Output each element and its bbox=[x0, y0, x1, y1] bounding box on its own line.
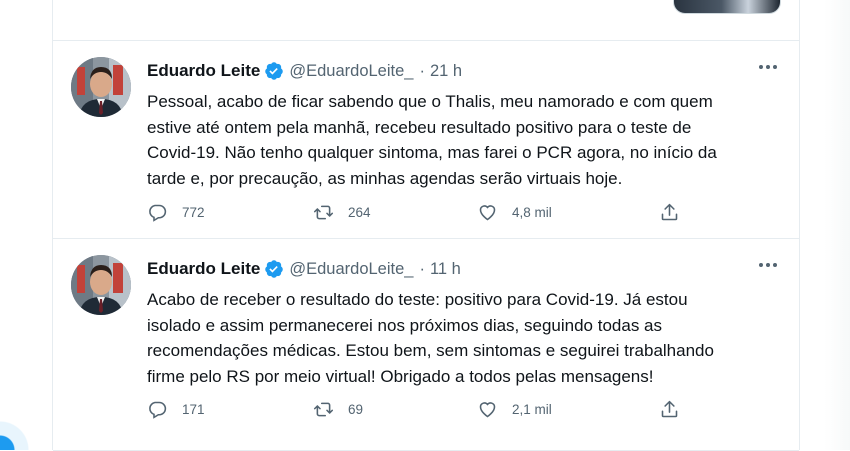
avatar[interactable] bbox=[71, 255, 131, 315]
tweet-text: Pessoal, acabo de ficar sabendo que o Th… bbox=[147, 89, 777, 191]
share-icon bbox=[661, 203, 678, 221]
previous-tweet bbox=[53, 0, 799, 41]
tweet-text: Acabo de receber o resultado do teste: p… bbox=[147, 287, 777, 389]
verified-badge-icon bbox=[264, 259, 284, 279]
tweet-time[interactable]: 11 h bbox=[430, 260, 461, 279]
tweet-header: Eduardo Leite @EduardoLeite_ · 11 h bbox=[147, 259, 461, 279]
tweet-header: Eduardo Leite @EduardoLeite_ · 21 h bbox=[147, 61, 462, 81]
retweet-count: 264 bbox=[348, 205, 371, 220]
tweet-text-line: tarde e, por precaução, as minhas agenda… bbox=[147, 168, 623, 188]
tweet-text-line: isolado e assim permanecerei nos próximo… bbox=[147, 315, 662, 335]
avatar[interactable] bbox=[71, 57, 131, 117]
retweet-button[interactable]: 69 bbox=[313, 399, 363, 420]
separator-dot: · bbox=[419, 61, 425, 80]
tweet-actions: 772 264 4,8 mil bbox=[147, 202, 747, 226]
tweet-actions: 171 69 2,1 mil bbox=[147, 399, 747, 423]
tweet[interactable]: Eduardo Leite @EduardoLeite_ · 21 h Pess… bbox=[53, 41, 799, 239]
like-button[interactable]: 4,8 mil bbox=[477, 202, 552, 223]
heart-icon bbox=[479, 402, 496, 418]
retweet-icon bbox=[313, 402, 334, 417]
tweet-text-line: recomendações médicas. Estou bem, sem si… bbox=[147, 341, 714, 360]
like-count: 2,1 mil bbox=[512, 402, 552, 417]
reply-button[interactable]: 772 bbox=[147, 202, 205, 223]
author-name[interactable]: Eduardo Leite bbox=[147, 61, 260, 81]
left-edge-decoration bbox=[0, 410, 30, 450]
share-icon bbox=[661, 400, 678, 418]
author-name[interactable]: Eduardo Leite bbox=[147, 259, 260, 279]
author-handle[interactable]: @EduardoLeite_ bbox=[289, 260, 413, 279]
like-button[interactable]: 2,1 mil bbox=[477, 399, 552, 420]
tweet-text-line: Pessoal, acabo de ficar sabendo que o Th… bbox=[147, 92, 713, 111]
retweet-count: 69 bbox=[348, 402, 364, 417]
reply-count: 171 bbox=[182, 402, 205, 417]
more-dots-icon[interactable] bbox=[757, 258, 779, 272]
tweet-text-line: firme pelo RS por meio virtual! Obrigado… bbox=[147, 366, 654, 386]
tweet-text-line: estive até ontem pela manhã, recebeu res… bbox=[147, 117, 692, 137]
right-edge-background bbox=[824, 0, 850, 450]
author-handle[interactable]: @EduardoLeite_ bbox=[289, 62, 413, 81]
more-dots-icon[interactable] bbox=[757, 60, 779, 74]
tweet-text-line: Acabo de receber o resultado do teste: p… bbox=[147, 290, 688, 309]
share-button[interactable] bbox=[659, 399, 680, 420]
retweet-button[interactable]: 264 bbox=[313, 202, 371, 223]
reply-count: 772 bbox=[182, 205, 205, 220]
reply-icon bbox=[149, 401, 167, 419]
heart-icon bbox=[479, 205, 496, 221]
verified-badge-icon bbox=[264, 61, 284, 81]
reply-icon bbox=[149, 204, 167, 222]
separator-dot: · bbox=[419, 259, 425, 278]
like-count: 4,8 mil bbox=[512, 205, 552, 220]
previous-tweet-media[interactable] bbox=[673, 0, 781, 14]
share-button[interactable] bbox=[659, 202, 680, 223]
tweet-text-line: Covid-19. Não tenho qualquer sintoma, ma… bbox=[147, 143, 717, 162]
retweet-icon bbox=[313, 205, 334, 220]
tweet-feed: Eduardo Leite @EduardoLeite_ · 21 h Pess… bbox=[52, 0, 800, 451]
tweet-time[interactable]: 21 h bbox=[430, 62, 462, 81]
tweet[interactable]: Eduardo Leite @EduardoLeite_ · 11 h Acab… bbox=[53, 239, 799, 451]
reply-button[interactable]: 171 bbox=[147, 399, 205, 420]
